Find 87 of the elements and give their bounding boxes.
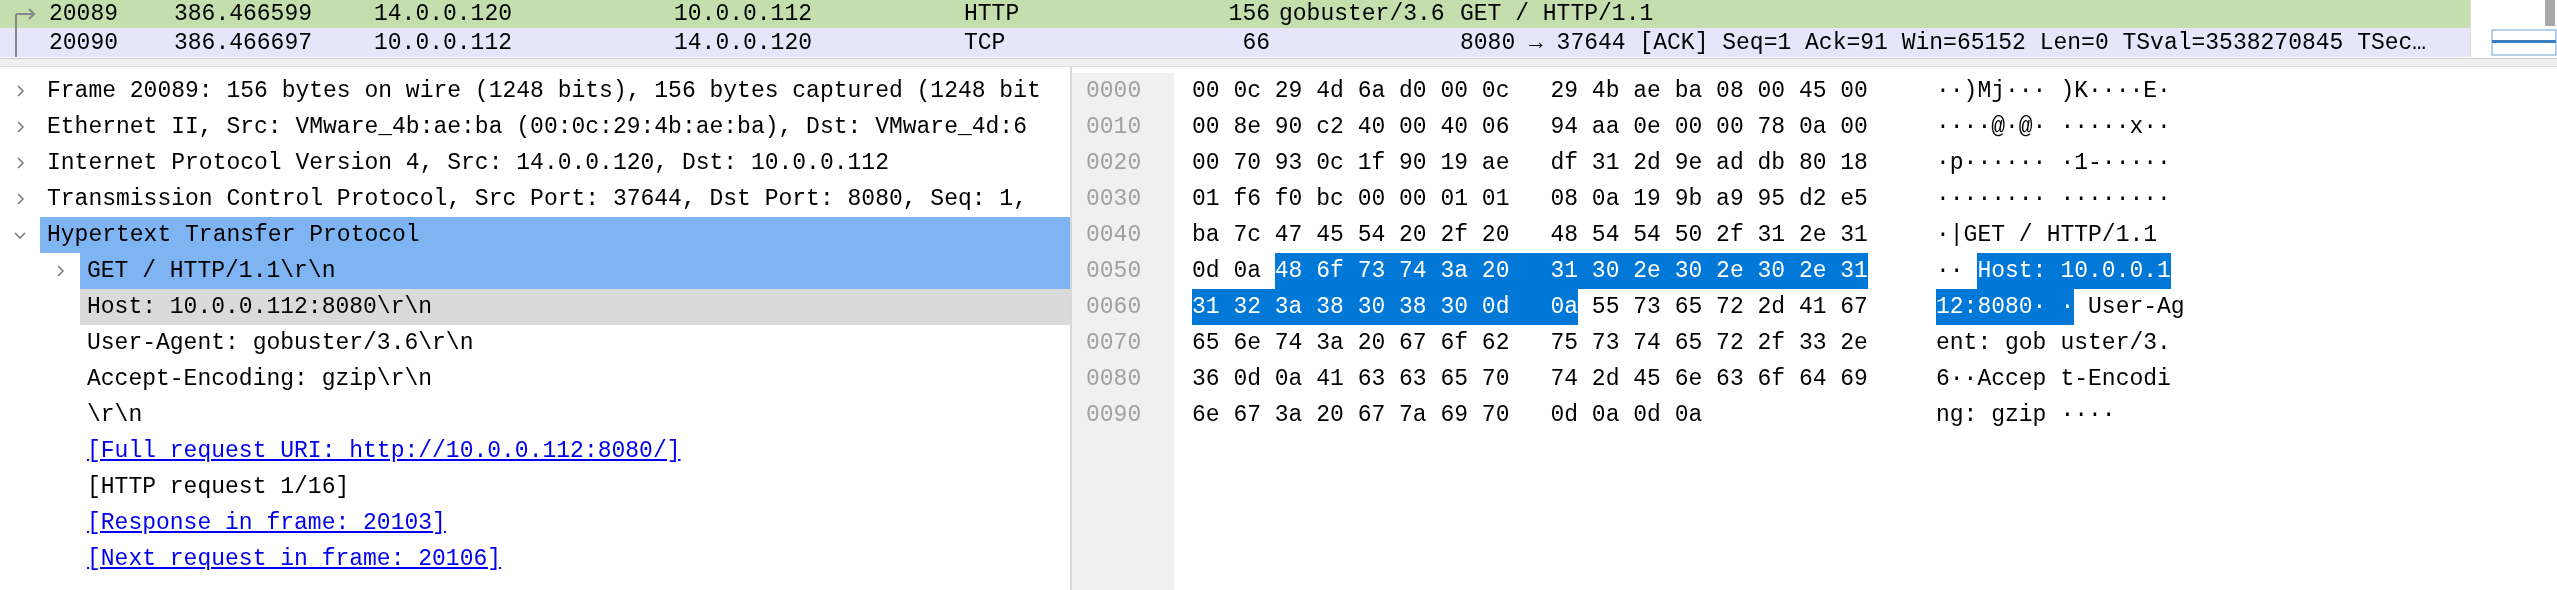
tree-item[interactable]: Hypertext Transfer Protocol [40,217,1070,253]
byte-offset: 0000 [1086,77,1142,106]
byte-offset: 0020 [1086,149,1142,178]
ascii-text: ·1-····· [2060,149,2171,178]
hex-bytes: 75 73 74 65 72 2f 33 2e [1550,329,1868,358]
packet-row[interactable]: 20090 386.466697 10.0.0.112 14.0.0.120 TCP 66 8080 → 37644 [ACK] Seq=1 Ack=91 Win=65152 Len=0 TSval=3538270845 TSec… [0,28,2557,57]
ascii-text: ·· [1936,257,1964,286]
tree-item[interactable]: Host: 10.0.0.112:8080\r\n [80,289,1070,325]
hex-bytes: 29 4b ae ba 08 00 45 00 [1550,77,1868,106]
hex-bytes: 94 aa 0e 00 00 78 0a 00 [1550,113,1868,142]
tree-link[interactable]: [Response in frame: 20103] [80,505,1070,541]
ascii-text: Host: [1977,253,2047,289]
packet-source: 10.0.0.112 [373,29,514,56]
packet-destination: 14.0.0.120 [673,29,814,56]
hex-bytes: 0a [1509,289,1579,325]
ascii-text: 12:8080· [1936,289,2047,325]
tree-item[interactable]: GET / HTTP/1.1\r\n [80,253,1070,289]
scrollbar-thumb[interactable] [2543,0,2557,28]
ascii-text: ·p······ [1936,149,2047,178]
hex-bytes: 65 6e 74 3a 20 67 6f 62 [1192,329,1510,358]
byte-offset: 0090 [1086,401,1142,430]
hex-bytes: 00 70 93 0c 1f 90 19 ae [1192,149,1510,178]
packet-length: 66 [1241,29,1270,56]
hex-bytes: 00 8e 90 c2 40 00 40 06 [1192,113,1510,142]
ascii-text: t-Encodi [2060,365,2171,394]
ascii-text: 10.0.0.1 [2046,253,2171,289]
byte-offset: 0040 [1086,221,1142,250]
ascii-text: uster/3. [2060,329,2171,358]
ascii-text: ···· [2060,401,2116,430]
packet-protocol: HTTP [963,1,1021,27]
packet-number: 20090 [48,29,119,56]
hex-bytes: 48 6f 73 74 3a 20 [1274,253,1510,289]
tree-link[interactable]: [Full request URI: http://10.0.0.112:8080/] [80,433,1070,469]
related-line-icon [14,28,17,57]
hex-bytes: ba 7c 47 45 54 20 2f 20 [1192,221,1510,250]
packet-length: 156 [1227,1,1270,27]
ascii-text: ng: gzip [1936,401,2047,430]
ascii-text: ········ [2060,185,2171,214]
ascii-text: )K····E· [2060,77,2171,106]
hex-bytes: 0d 0a 0d 0a [1550,401,1703,430]
hex-bytes: 01 f6 f0 bc 00 00 01 01 [1192,185,1510,214]
ascii-text: ·|GET / [1936,221,2033,250]
hex-bytes: 31 30 2e 30 2e 30 2e 31 [1509,253,1868,289]
tree-item[interactable]: \r\n [80,397,1070,433]
tree-item[interactable]: Transmission Control Protocol, Src Port: 37644, Dst Port: 8080, Seq: 1, [40,181,1070,217]
tree-link[interactable]: [Next request in frame: 20106] [80,541,1070,577]
packet-time: 386.466697 [173,29,314,56]
ascii-text: ····@·@· [1936,113,2047,142]
byte-offset: 0030 [1086,185,1142,214]
byte-offset: 0070 [1086,329,1142,358]
packet-row[interactable]: 20089 386.466599 14.0.0.120 10.0.0.112 HTTP 156 gobuster/3.6 GET / HTTP/1.1 [0,0,2557,28]
ascii-text: ········ [1936,185,2047,214]
byte-offset: 0010 [1086,113,1142,142]
ascii-text: ent: gob [1936,329,2047,358]
hex-bytes: 74 2d 45 6e 63 6f 64 69 [1550,365,1868,394]
tree-item[interactable]: Frame 20089: 156 bytes on wire (1248 bits), 156 bytes captured (1248 bit [40,73,1070,109]
tree-item[interactable]: User-Agent: gobuster/3.6\r\n [80,325,1070,361]
ascii-text: · [2046,289,2075,325]
packet-number: 20089 [48,1,119,27]
packet-info: GET / HTTP/1.1 [1460,1,1655,27]
hex-bytes: 0d 0a [1192,257,1261,286]
tree-item[interactable]: Internet Protocol Version 4, Src: 14.0.0.120, Dst: 10.0.0.112 [40,145,1070,181]
hex-bytes: 31 32 3a 38 30 38 30 0d [1192,289,1510,325]
packet-column-text: gobuster/3.6 [1279,1,1445,27]
byte-offset: 0080 [1086,365,1142,394]
hex-bytes: 6e 67 3a 20 67 7a 69 70 [1192,401,1510,430]
packet-protocol: TCP [963,29,1007,56]
tree-item[interactable]: Ethernet II, Src: VMware_4b:ae:ba (00:0c:29:4b:ae:ba), Dst: VMware_4d:6 [40,109,1070,145]
hex-bytes: 48 54 54 50 2f 31 2e 31 [1550,221,1868,250]
byte-offset: 0060 [1086,293,1142,322]
ascii-text: ·····x·· [2060,113,2171,142]
packet-info: 8080 → 37644 [ACK] Seq=1 Ack=91 Win=65152 Len=0 TSval=3538270845 TSec… [1460,29,2428,56]
byte-offset: 0050 [1086,257,1142,286]
hex-bytes: 36 0d 0a 41 63 63 65 70 [1192,365,1510,394]
packet-destination: 10.0.0.112 [673,1,814,27]
ascii-text: ··)Mj··· [1936,77,2047,106]
hex-bytes: df 31 2d 9e ad db 80 18 [1550,149,1868,178]
packet-source: 14.0.0.120 [373,1,514,27]
hex-bytes: 55 73 65 72 2d 41 67 [1591,293,1868,322]
tree-item[interactable]: [HTTP request 1/16] [80,469,1070,505]
ascii-text: User-Ag [2088,293,2185,322]
ascii-text: HTTP/1.1 [2046,221,2158,250]
hex-bytes: 00 0c 29 4d 6a d0 00 0c [1192,77,1510,106]
packet-time: 386.466599 [173,1,314,27]
ascii-text: 6··Accep [1936,365,2047,394]
tree-item[interactable]: Accept-Encoding: gzip\r\n [80,361,1070,397]
hex-bytes: 08 0a 19 9b a9 95 d2 e5 [1550,185,1868,214]
